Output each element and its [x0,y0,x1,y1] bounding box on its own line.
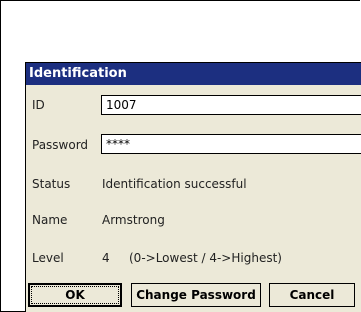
level-hint: (0->Lowest / 4->Highest) [129,251,282,265]
identification-dialog: Identification ID 1007 Password **** Sta… [25,62,361,312]
dialog-title: Identification [26,63,361,85]
id-field[interactable]: 1007 [101,95,361,115]
password-field[interactable]: **** [101,134,361,154]
status-value: Identification successful [102,177,247,191]
status-label: Status [32,177,71,191]
password-label: Password [32,138,89,152]
level-label: Level [32,251,64,265]
name-label: Name [32,213,68,227]
ok-button[interactable]: OK [28,283,122,307]
cancel-button[interactable]: Cancel [269,283,355,307]
id-label: ID [32,98,45,112]
change-password-button[interactable]: Change Password [131,283,261,307]
screen: Identification ID 1007 Password **** Sta… [0,0,361,312]
name-value: Armstrong [102,213,165,227]
level-value: 4 [102,251,110,265]
